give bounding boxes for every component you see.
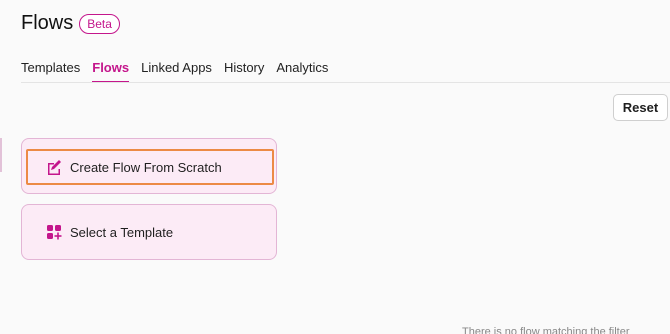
select-template-label: Select a Template (70, 224, 174, 240)
tab-analytics[interactable]: Analytics (276, 56, 328, 83)
select-template-inner[interactable]: Select a Template (22, 205, 276, 259)
create-flow-label: Create Flow From Scratch (70, 159, 222, 175)
tab-history[interactable]: History (224, 56, 264, 83)
left-edge-marker (0, 138, 2, 172)
beta-badge: Beta (79, 13, 120, 34)
create-flow-highlight[interactable]: Create Flow From Scratch (26, 149, 274, 185)
page-title: Flows (21, 12, 74, 34)
title-row: Flows Beta (21, 12, 120, 35)
tabs-divider (21, 82, 670, 83)
empty-state-text: There is no flow matching the filter (462, 326, 630, 334)
apps-add-icon (46, 224, 62, 240)
tab-bar: Templates Flows Linked Apps History Anal… (21, 56, 340, 83)
tab-linked-apps[interactable]: Linked Apps (141, 56, 212, 83)
select-template-card[interactable]: Select a Template (21, 204, 277, 260)
tab-flows[interactable]: Flows (92, 56, 129, 83)
reset-button[interactable]: Reset (613, 94, 668, 121)
create-flow-from-scratch-card[interactable]: Create Flow From Scratch (21, 138, 277, 194)
edit-icon (46, 159, 62, 175)
tab-templates[interactable]: Templates (21, 56, 80, 83)
flows-page: Flows Beta Templates Flows Linked Apps H… (0, 0, 670, 334)
